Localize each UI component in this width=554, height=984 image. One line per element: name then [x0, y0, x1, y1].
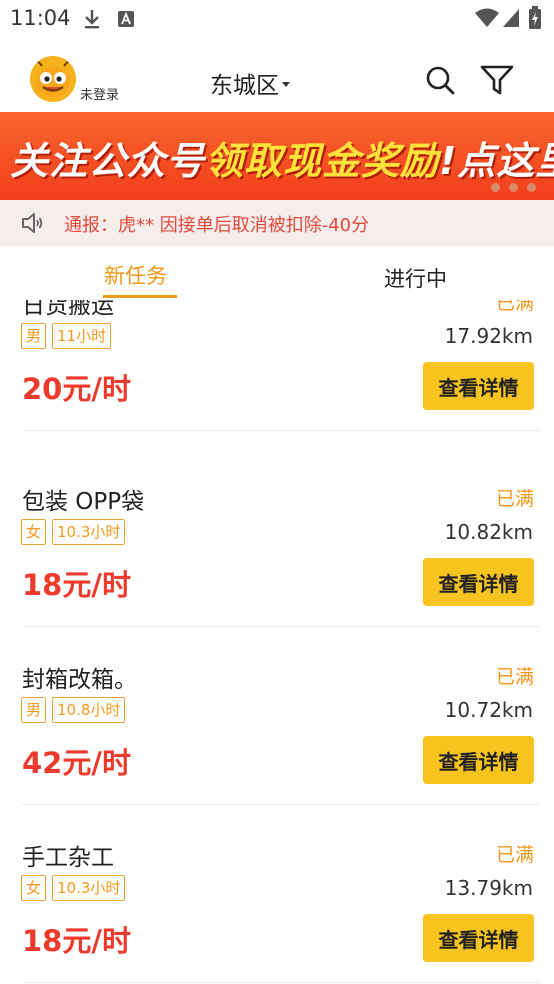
app-notification-icon: [117, 10, 135, 32]
job-title: 包装 OPP袋: [22, 489, 145, 515]
job-distance: 10.72km: [444, 698, 533, 722]
task-tabs: 新任务 进行中: [0, 246, 554, 300]
job-card[interactable]: 封箱改箱。 已满 男 10.8小时 10.72km 42元/时 查看详情: [0, 628, 554, 805]
hours-tag: 10.3小时: [52, 875, 126, 901]
view-details-button[interactable]: 查看详情: [423, 736, 534, 784]
job-price: 18元/时: [22, 568, 131, 602]
notice-bar: 通报：虎** 因接单后取消被扣除-40分: [0, 200, 554, 246]
caret-down-icon: [282, 81, 290, 87]
promo-banner[interactable]: 关注公众号领取现金奖励!点这里!: [0, 112, 554, 200]
tab-in-progress[interactable]: 进行中: [384, 263, 447, 293]
job-distance: 17.92km: [444, 324, 533, 348]
job-distance: 13.79km: [444, 876, 533, 900]
search-icon[interactable]: [424, 64, 456, 100]
cellular-signal-icon: [502, 8, 520, 32]
job-title: 封箱改箱。: [22, 667, 137, 693]
job-status: 已满: [495, 300, 534, 314]
city-label: 东城区: [210, 73, 279, 99]
job-list[interactable]: 日货搬运 已满 男 11小时 17.92km 20元/时 查看详情 包装 OPP…: [0, 300, 554, 984]
wifi-icon: [475, 8, 499, 32]
status-bar: 11:04: [0, 0, 554, 38]
job-distance: 10.82km: [444, 520, 533, 544]
download-icon: [82, 8, 102, 34]
job-tags: 女 10.3小时: [21, 875, 126, 901]
divider: [22, 804, 539, 805]
battery-icon: [528, 6, 542, 34]
job-card[interactable]: 日货搬运 已满 男 11小时 17.92km 20元/时 查看详情: [0, 300, 554, 431]
hours-tag: 10.3小时: [52, 519, 126, 545]
pagination-dot[interactable]: [509, 183, 518, 192]
city-selector[interactable]: 东城区: [210, 66, 290, 100]
job-tags: 女 10.3小时: [21, 519, 126, 545]
view-details-button[interactable]: 查看详情: [423, 558, 534, 606]
hours-tag: 10.8小时: [52, 697, 126, 723]
gender-tag: 男: [21, 323, 47, 349]
job-price: 20元/时: [22, 372, 131, 406]
mascot-icon: [30, 56, 76, 102]
view-details-button[interactable]: 查看详情: [423, 914, 534, 962]
job-status: 已满: [495, 666, 534, 688]
job-title: 手工杂工: [22, 845, 114, 871]
pagination-dot[interactable]: [491, 183, 500, 192]
gender-tag: 女: [21, 519, 47, 545]
gender-tag: 男: [21, 697, 47, 723]
active-tab-indicator: [103, 295, 177, 298]
status-time: 11:04: [10, 6, 71, 30]
banner-text: 关注公众号领取现金奖励!点这里!: [10, 139, 554, 183]
gender-tag: 女: [21, 875, 47, 901]
job-status: 已满: [495, 488, 534, 510]
divider: [22, 982, 539, 983]
job-card[interactable]: 手工杂工 已满 女 10.3小时 13.79km 18元/时 查看详情: [0, 806, 554, 983]
notice-text: 通报：虎** 因接单后取消被扣除-40分: [64, 215, 370, 236]
login-status-label[interactable]: 未登录: [80, 84, 119, 103]
divider: [22, 430, 539, 431]
job-tags: 男 11小时: [21, 323, 112, 349]
job-tags: 男 10.8小时: [21, 697, 126, 723]
filter-icon[interactable]: [480, 65, 514, 99]
speaker-icon: [20, 211, 44, 239]
job-price: 18元/时: [22, 924, 131, 958]
top-header: 未登录 东城区: [0, 38, 554, 112]
view-details-button[interactable]: 查看详情: [423, 362, 534, 410]
job-price: 42元/时: [22, 746, 131, 780]
pagination-dot[interactable]: [527, 183, 536, 192]
hours-tag: 11小时: [52, 323, 112, 349]
job-status: 已满: [495, 844, 534, 866]
job-title: 日货搬运: [22, 300, 114, 319]
divider: [22, 626, 539, 627]
job-card[interactable]: 包装 OPP袋 已满 女 10.3小时 10.82km 18元/时 查看详情: [0, 450, 554, 627]
banner-pagination: [491, 183, 536, 192]
tab-new-tasks[interactable]: 新任务: [104, 260, 167, 290]
avatar[interactable]: [30, 56, 76, 102]
